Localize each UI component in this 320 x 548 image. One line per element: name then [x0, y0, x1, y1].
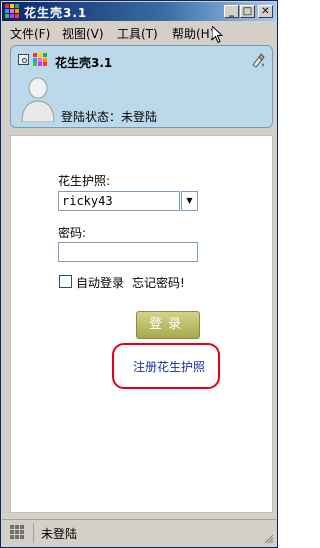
menu-help[interactable]: 帮助(H)	[172, 25, 214, 42]
auto-login-checkbox[interactable]	[59, 275, 72, 288]
login-button[interactable]: 登录	[136, 311, 200, 339]
auto-login-label[interactable]: 自动登录	[76, 274, 124, 291]
passport-dropdown-button[interactable]: ▼	[181, 191, 198, 211]
app-logo-icon[interactable]	[5, 4, 20, 19]
title-bar[interactable]: 花生壳3.1 _ □ ✕	[2, 2, 276, 21]
avatar-icon	[21, 77, 55, 122]
menu-file[interactable]: 文件(F)	[10, 25, 50, 42]
status-separator	[33, 523, 34, 543]
app-window: 花生壳3.1 _ □ ✕ 文件(F) 视图(V) 工具(T) 帮助(H) 花生壳…	[0, 0, 278, 548]
resize-grip-icon[interactable]	[264, 534, 274, 544]
mouse-cursor-icon	[212, 26, 224, 44]
close-button[interactable]: ✕	[258, 5, 273, 18]
passport-input[interactable]: ricky43	[58, 191, 180, 211]
menu-bar: 文件(F) 视图(V) 工具(T) 帮助(H)	[2, 22, 276, 42]
status-grid-icon[interactable]	[10, 525, 25, 540]
menu-tools[interactable]: 工具(T)	[117, 25, 158, 42]
app-name: 花生壳3.1	[55, 56, 113, 70]
maximize-button[interactable]: □	[240, 5, 255, 18]
settings-brush-icon[interactable]	[250, 52, 266, 68]
menu-view[interactable]: 视图(V)	[62, 25, 104, 42]
window-title: 花生壳3.1	[24, 6, 88, 20]
status-bar: 未登陆	[2, 519, 276, 546]
login-status-text: 登陆状态：未登陆	[61, 110, 158, 124]
minimize-button[interactable]: _	[224, 5, 239, 18]
password-label: 密码:	[58, 226, 87, 240]
app-logo-icon	[33, 53, 47, 67]
forgot-password-link[interactable]: 忘记密码!	[132, 274, 185, 291]
login-panel: 花生护照: ricky43 ▼ 密码: 自动登录 忘记密码! 登录 注册花生护照	[10, 135, 273, 513]
password-input[interactable]	[58, 242, 198, 262]
status-toggle-icon[interactable]	[18, 54, 29, 65]
account-header: 花生壳3.1 登陆状态：未登陆	[10, 45, 273, 128]
passport-label: 花生护照:	[58, 174, 111, 188]
status-text: 未登陆	[41, 527, 78, 541]
register-passport-link[interactable]: 注册花生护照	[133, 358, 205, 375]
